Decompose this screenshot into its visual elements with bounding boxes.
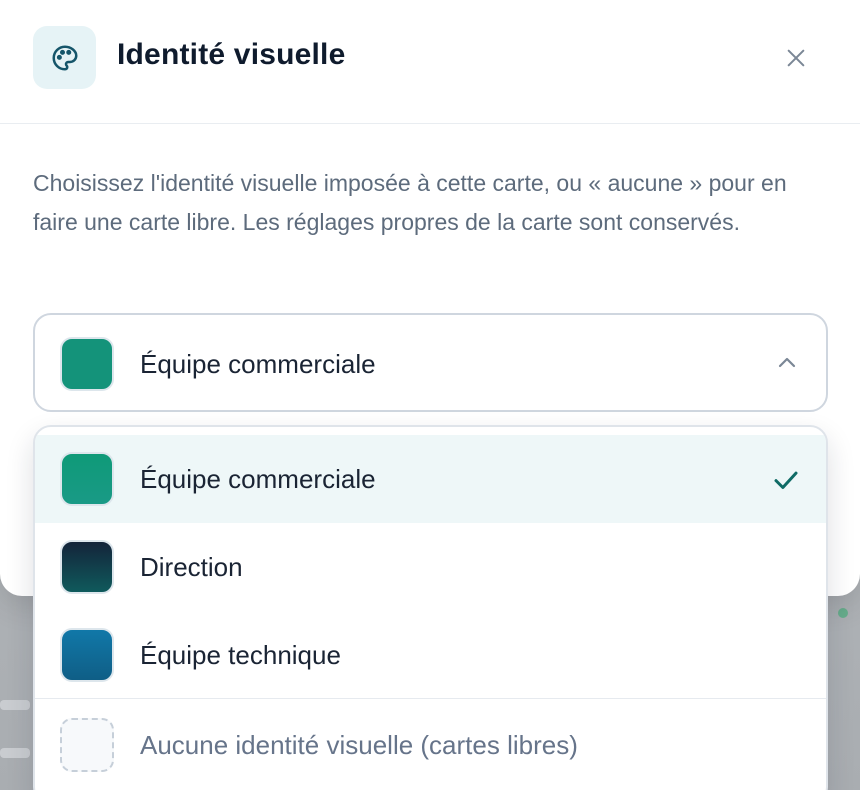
background-text [0,700,30,710]
dialog-header: Identité visuelle [0,0,860,124]
close-icon [787,49,805,67]
empty-swatch [60,718,114,772]
background-status-dot [838,608,848,618]
background-text [0,748,30,758]
option-label: Équipe commerciale [140,464,376,494]
dialog-description: Choisissez l'identité visuelle imposée à… [33,170,787,235]
color-swatch [60,452,114,506]
option-label: Équipe technique [140,640,341,670]
selected-color-swatch [60,337,114,391]
chevron-up-icon [778,357,796,368]
option-no-identity[interactable]: Aucune identité visuelle (cartes libres) [35,701,826,789]
divider [35,698,826,699]
option-equipe-technique[interactable]: Équipe technique [35,611,826,699]
option-label: Direction [140,552,243,582]
close-button[interactable] [776,38,816,78]
color-swatch [60,628,114,682]
option-direction[interactable]: Direction [35,523,826,611]
color-swatch [60,540,114,594]
identity-dropdown-list: Équipe commerciale Direction Équipe tech… [33,425,828,790]
dialog-title: Identité visuelle [117,38,346,71]
option-equipe-commerciale[interactable]: Équipe commerciale [35,435,826,523]
check-icon [774,471,798,489]
selected-identity-label: Équipe commerciale [140,349,376,379]
option-label: Aucune identité visuelle (cartes libres) [140,730,578,760]
identity-select[interactable]: Équipe commerciale [33,313,828,412]
palette-icon [33,26,96,89]
